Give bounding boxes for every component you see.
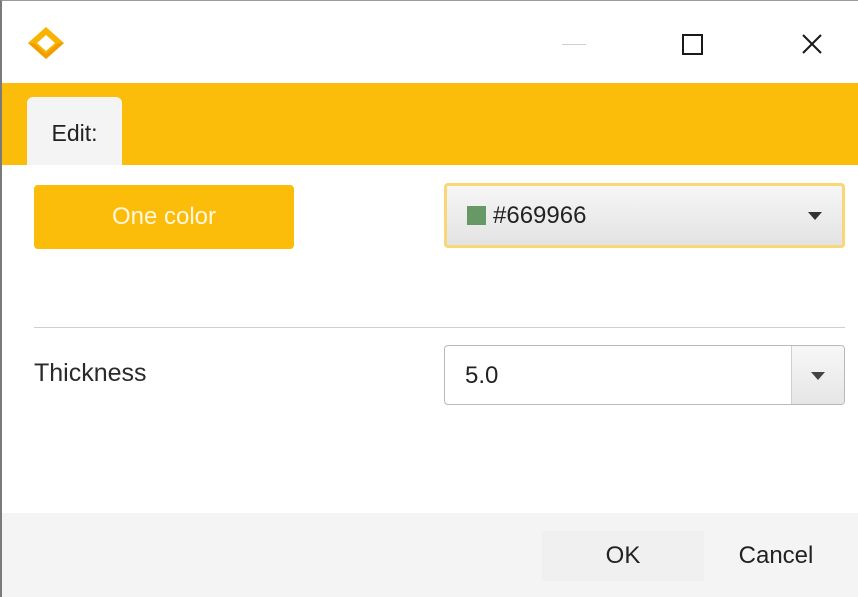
maximize-icon <box>681 33 703 55</box>
close-button[interactable] <box>782 19 842 69</box>
minimize-icon <box>562 43 586 45</box>
thickness-value[interactable]: 5.0 <box>465 362 498 390</box>
app-logo-icon <box>28 27 64 59</box>
chevron-down-icon <box>808 212 822 220</box>
thickness-combo[interactable]: 5.0 <box>444 345 845 405</box>
maximize-button[interactable] <box>662 19 722 69</box>
tab-edit[interactable]: Edit: <box>27 97 122 165</box>
title-bar <box>2 1 858 83</box>
dialog-window: Edit: One color #669966 Thickness 5.0 OK… <box>0 0 858 597</box>
color-swatch <box>467 206 486 225</box>
dialog-footer: OK Cancel <box>2 513 858 597</box>
cancel-button[interactable]: Cancel <box>706 531 846 581</box>
one-color-label: One color <box>111 203 217 230</box>
chevron-down-icon <box>811 372 825 380</box>
ok-button[interactable]: OK <box>542 531 704 581</box>
ok-label: OK <box>605 542 641 569</box>
close-icon <box>802 34 822 54</box>
edit-panel: One color #669966 Thickness 5.0 <box>2 165 858 513</box>
minimize-button[interactable] <box>544 19 604 69</box>
color-value: #669966 <box>493 201 587 229</box>
thickness-dropdown-button[interactable] <box>791 346 844 404</box>
one-color-button[interactable]: One color <box>34 185 294 249</box>
thickness-label: Thickness <box>34 359 147 387</box>
cancel-label: Cancel <box>738 542 814 569</box>
tab-strip: Edit: <box>2 83 858 165</box>
tab-edit-label: Edit: <box>51 119 98 146</box>
section-divider <box>34 327 845 328</box>
color-picker-combo[interactable]: #669966 <box>444 183 845 248</box>
